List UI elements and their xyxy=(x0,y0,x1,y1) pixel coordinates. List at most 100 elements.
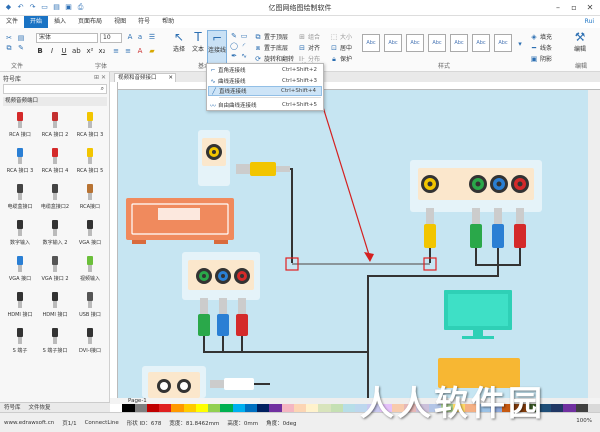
align-center-button[interactable]: ≡ xyxy=(124,47,132,55)
menu-view[interactable]: 视图 xyxy=(108,16,132,28)
color-swatch[interactable] xyxy=(183,404,196,412)
menu-item-orthogonal-connector[interactable]: ⌐ 直角连接线 Ctrl+Shift+2 xyxy=(208,65,322,75)
color-swatch[interactable] xyxy=(195,404,208,412)
symbol-digital[interactable]: 数字输入 xyxy=(3,218,37,248)
menu-page-layout[interactable]: 页面布局 xyxy=(72,16,108,28)
style-swatch-2[interactable]: Abc xyxy=(384,34,402,52)
symbol-rca3[interactable]: RCA 接口 3 xyxy=(73,110,107,140)
italic-button[interactable]: I xyxy=(48,47,56,55)
symbol-digital2[interactable]: 数字输入 2 xyxy=(38,218,72,248)
cut-button[interactable]: ✂ xyxy=(5,34,13,42)
color-swatch[interactable] xyxy=(159,404,172,412)
yellow-rca-cable[interactable] xyxy=(236,162,293,263)
menu-file[interactable]: 文件 xyxy=(0,16,24,28)
symbol-rca5[interactable]: RCA 接口 5 xyxy=(73,146,107,176)
color-swatch[interactable] xyxy=(330,404,343,412)
rectangle-draw-button[interactable]: ▭ xyxy=(240,32,248,40)
monitor-icon[interactable] xyxy=(444,290,512,339)
symbol-dvi[interactable]: DVI-I接口 xyxy=(73,326,107,356)
tv-input-panel[interactable] xyxy=(410,160,542,212)
color-swatch[interactable] xyxy=(171,404,184,412)
vertical-scrollbar[interactable] xyxy=(588,90,600,398)
send-to-back-button[interactable]: ⧈ 置于底层 xyxy=(254,43,288,53)
pin-icon[interactable]: ⊞ xyxy=(94,74,99,81)
menu-insert[interactable]: 插入 xyxy=(48,16,72,28)
font-size-select[interactable]: 10 xyxy=(100,33,122,43)
symbol-hdmi[interactable]: HDMI 接口 xyxy=(3,290,37,320)
list-button[interactable]: ☰ xyxy=(148,33,156,41)
color-swatch[interactable] xyxy=(146,404,159,412)
pen-draw-button[interactable]: ✒ xyxy=(230,52,238,60)
tab-library[interactable]: 符号库 xyxy=(0,403,25,412)
style-swatch-5[interactable]: Abc xyxy=(450,34,468,52)
shrink-font-button[interactable]: a xyxy=(136,33,144,41)
align-button[interactable]: ⊟ 对齐 xyxy=(298,43,320,53)
font-color-button[interactable]: A xyxy=(136,47,144,55)
symbol-rca3b[interactable]: RCA 接口 3 xyxy=(3,146,37,176)
color-swatch[interactable] xyxy=(220,404,233,412)
close-icon[interactable]: ✕ xyxy=(582,1,598,14)
symbol-rca2[interactable]: RCA 接口 2 xyxy=(38,110,72,140)
highlight-button[interactable]: ▰ xyxy=(148,47,156,55)
tab-close-icon[interactable]: ✕ xyxy=(168,74,175,82)
status-url[interactable]: www.edrawsoft.cn xyxy=(4,420,54,426)
menu-item-curved-connector[interactable]: ∿ 曲线连接线 Ctrl+Shift+3 xyxy=(208,76,322,86)
audio-output-panel[interactable] xyxy=(142,366,206,398)
symbol-rca4[interactable]: RCA 接口 4 xyxy=(38,146,72,176)
color-swatch[interactable] xyxy=(563,404,576,412)
amplifier-device[interactable] xyxy=(126,198,234,244)
library-search-input[interactable]: ⌕ xyxy=(3,84,107,94)
menu-help[interactable]: 帮助 xyxy=(156,16,180,28)
user-account[interactable]: Rui xyxy=(585,16,594,28)
color-swatch[interactable] xyxy=(281,404,294,412)
ellipse-draw-button[interactable]: ◯ xyxy=(230,42,238,50)
style-more-button[interactable]: ▾ xyxy=(516,40,524,48)
rca-plugs-left[interactable] xyxy=(198,298,368,353)
bezier-draw-button[interactable]: ∿ xyxy=(240,52,248,60)
library-category[interactable]: 视频音频端口 xyxy=(3,97,107,106)
edit-button[interactable]: ⚒ 编辑 xyxy=(566,30,594,62)
color-swatch[interactable] xyxy=(306,404,319,412)
fill-button[interactable]: ◈ 填充 xyxy=(530,32,552,42)
menu-item-straight-connector[interactable]: ╱ 直线连接线 Ctrl+Shift+4 xyxy=(208,86,322,96)
selected-straight-connector[interactable] xyxy=(285,257,437,271)
paste-button[interactable]: ▤ xyxy=(17,34,25,42)
line-style-button[interactable]: ━ 线条 xyxy=(530,43,552,53)
maximize-icon[interactable]: ▫ xyxy=(566,1,582,14)
color-swatch[interactable] xyxy=(587,404,600,412)
color-swatch[interactable] xyxy=(208,404,221,412)
copy-button[interactable]: ⧉ xyxy=(5,44,13,52)
symbol-vga1[interactable]: VGA 接口 xyxy=(3,254,37,284)
font-name-select[interactable]: 宋体 xyxy=(36,33,98,43)
symbol-rca[interactable]: RCA 接口 xyxy=(3,110,37,140)
size-button[interactable]: ⬚ 大小 xyxy=(330,32,352,42)
zoom-level[interactable]: 100% xyxy=(576,418,592,424)
style-swatch-4[interactable]: Abc xyxy=(428,34,446,52)
bring-to-front-button[interactable]: ⧉ 置于顶层 xyxy=(254,32,289,42)
symbol-usb[interactable]: USB 接口 xyxy=(73,290,107,320)
symbol-video[interactable]: 视频输入 xyxy=(73,254,107,284)
superscript-button[interactable]: x² xyxy=(86,47,94,55)
symbol-vga[interactable]: VGA 接口 xyxy=(73,218,107,248)
select-tool-button[interactable]: ↖ 选择 xyxy=(170,30,188,62)
tab-file-recovery[interactable]: 文件恢复 xyxy=(25,403,55,412)
menu-item-freeform-connector[interactable]: 〰 自由曲线连接线 Ctrl+Shift+5 xyxy=(208,100,322,110)
underline-button[interactable]: U xyxy=(60,47,68,55)
color-swatch[interactable] xyxy=(134,404,147,412)
color-swatch[interactable] xyxy=(318,404,331,412)
style-swatch-7[interactable]: Abc xyxy=(494,34,512,52)
bold-button[interactable]: B xyxy=(36,47,44,55)
text-tool-button[interactable]: T 文本 xyxy=(189,30,207,62)
minimize-icon[interactable]: – xyxy=(550,1,566,14)
close-panel-icon[interactable]: ✕ xyxy=(101,74,106,81)
align-left-button[interactable]: ≡ xyxy=(112,47,120,55)
color-swatch[interactable] xyxy=(110,404,123,412)
strikethrough-button[interactable]: ab xyxy=(72,47,81,55)
color-swatch[interactable] xyxy=(232,404,245,412)
color-swatch[interactable] xyxy=(342,404,355,412)
arc-draw-button[interactable]: ◜ xyxy=(240,42,248,50)
symbol-cable[interactable]: 电缆盒接口 xyxy=(3,182,37,212)
menu-home[interactable]: 开始 xyxy=(24,16,49,28)
document-tab[interactable]: 视频和音频接口 ✕ xyxy=(114,73,176,82)
style-swatch-6[interactable]: Abc xyxy=(472,34,490,52)
